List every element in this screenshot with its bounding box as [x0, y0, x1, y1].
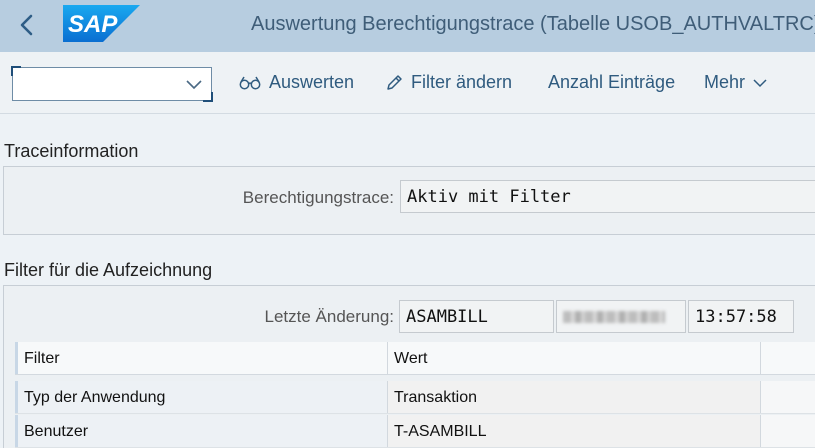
filter-section-title: Filter für die Aufzeichnung: [4, 260, 213, 280]
last-change-date-field: [556, 300, 686, 333]
table-cell-filter: Benutzer: [15, 415, 388, 447]
toolbar: Auswerten Filter ändern Anzahl Einträge …: [0, 52, 815, 114]
table-cell-empty: [761, 381, 815, 413]
auth-trace-label: Berechtigungstrace:: [242, 188, 394, 207]
redacted-date: [563, 311, 665, 323]
last-change-user-field: ASAMBILL: [399, 300, 554, 333]
table-header-row: Filter Wert: [15, 342, 815, 375]
change-filter-button[interactable]: Filter ändern: [385, 72, 512, 93]
column-header-filter[interactable]: Filter: [15, 342, 388, 374]
pencil-icon: [387, 74, 402, 90]
sap-logo: SAP: [63, 5, 140, 42]
trace-info-panel: Berechtigungstrace: Aktiv mit Filter: [3, 166, 815, 235]
auth-trace-field: Aktiv mit Filter: [400, 180, 815, 213]
column-header-empty: [761, 342, 815, 374]
column-header-value[interactable]: Wert: [388, 342, 761, 374]
glasses-icon: [239, 76, 261, 89]
table-cell-value: T-ASAMBILL: [388, 415, 761, 447]
chevron-left-icon: [20, 14, 33, 36]
table-row[interactable]: Typ der Anwendung Transaktion: [15, 381, 815, 414]
table-cell-filter: Typ der Anwendung: [15, 381, 388, 413]
more-menu-button[interactable]: Mehr: [704, 72, 767, 93]
page-title: Auswertung Berechtigungstrace (Tabelle U…: [251, 13, 815, 35]
table-cell-value: Transaktion: [388, 381, 761, 413]
evaluate-label: Auswerten: [269, 72, 355, 92]
change-filter-label: Filter ändern: [411, 72, 513, 92]
count-entries-button[interactable]: Anzahl Einträge: [548, 72, 675, 93]
last-change-label: Letzte Änderung:: [264, 307, 394, 326]
svg-text:SAP: SAP: [68, 11, 118, 38]
more-label: Mehr: [704, 72, 746, 92]
chevron-down-icon: [753, 78, 767, 87]
back-button[interactable]: [12, 10, 42, 40]
chevron-down-icon: [186, 80, 202, 90]
table-row[interactable]: Benutzer T-ASAMBILL: [15, 415, 815, 448]
variant-select[interactable]: [11, 66, 213, 102]
shell-header: SAP Auswertung Berechtigungstrace (Tabel…: [0, 0, 815, 52]
last-change-time-field: 13:57:58: [688, 300, 794, 333]
count-entries-label: Anzahl Einträge: [548, 72, 676, 92]
evaluate-button[interactable]: Auswerten: [239, 72, 354, 93]
trace-info-title: Traceinformation: [4, 141, 139, 161]
table-cell-empty: [761, 415, 815, 447]
